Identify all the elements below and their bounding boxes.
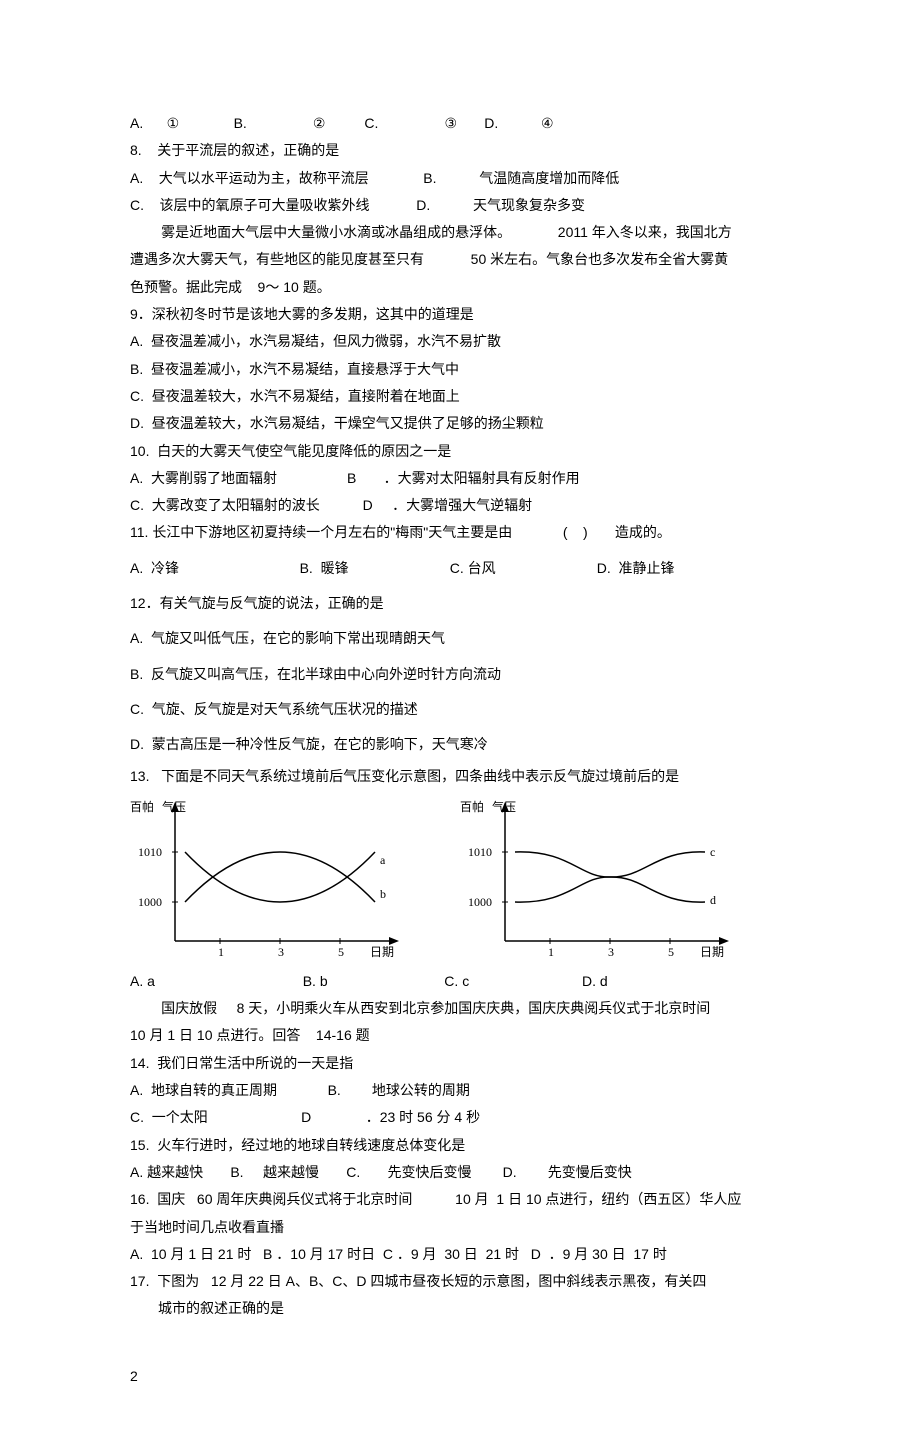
svg-text:c: c [710,845,715,859]
q17-stem2: 城市的叙述正确的是 [130,1295,795,1322]
svg-text:3: 3 [278,945,284,959]
q9-c: C. 昼夜温差较大，水汽不易凝结，直接附着在地面上 [130,383,795,410]
svg-text:b: b [380,887,386,901]
q15-stem: 15. 火车行进时，经过地的地球自转线速度总体变化是 [130,1132,795,1159]
nq-intro1: 国庆放假 8 天，小明乘火车从西安到北京参加国庆庆典，国庆庆典阅兵仪式于北京时间 [130,995,795,1022]
q10-ab: A. 大雾削弱了地面辐射 B ．大雾对太阳辐射具有反射作用 [130,465,795,492]
q12-b: B. 反气旋又叫高气压，在北半球由中心向外逆时针方向流动 [130,661,795,688]
q10-stem: 10. 白天的大雾天气使空气能见度降低的原因之一是 [130,438,795,465]
exam-page: A. ① B. ② C. ③ D. ④ 8. 关于平流层的叙述，正确的是 A. … [0,0,920,1430]
svg-text:百帕: 百帕 [130,799,154,814]
svg-text:日期: 日期 [370,945,394,959]
q12-stem: 12．有关气旋与反气旋的说法，正确的是 [130,590,795,617]
q13-stem: 13. 下面是不同天气系统过境前后气压变化示意图，四条曲线中表示反气旋过境前后的… [130,763,795,790]
svg-text:气压: 气压 [162,799,186,814]
q15-opts: A. 越来越快 B. 越来越慢 C. 先变快后变慢 D. 先变慢后变快 [130,1159,795,1186]
svg-text:气压: 气压 [492,799,516,814]
q14-stem: 14. 我们日常生活中所说的一天是指 [130,1050,795,1077]
svg-text:1010: 1010 [138,845,162,859]
q8-opts-cd: C. 该层中的氧原子可大量吸收紫外线 D. 天气现象复杂多变 [130,192,795,219]
q16-stem2: 于当地时间几点收看直播 [130,1214,795,1241]
q11-opts: A. 冷锋 B. 暖锋 C. 台风 D. 准静止锋 [130,555,795,582]
svg-text:百帕: 百帕 [460,799,484,814]
page-number: 2 [130,1363,795,1390]
svg-text:3: 3 [608,945,614,959]
svg-text:a: a [380,853,386,867]
svg-text:1: 1 [218,945,224,959]
q9-stem: 9．深秋初冬时节是该地大雾的多发期，这其中的道理是 [130,301,795,328]
q8-stem: 8. 关于平流层的叙述，正确的是 [130,137,795,164]
q7-options: A. ① B. ② C. ③ D. ④ [130,110,795,137]
pressure-chart-right: 百帕 气压 1010 1000 1 3 5 日期 c d [460,796,740,966]
svg-text:1: 1 [548,945,554,959]
svg-text:日期: 日期 [700,945,724,959]
svg-text:1000: 1000 [468,895,492,909]
q12-a: A. 气旋又叫低气压，在它的影响下常出现晴朗天气 [130,625,795,652]
q16-stem1: 16. 国庆 60 周年庆典阅兵仪式将于北京时间 10 月 1 日 10 点进行… [130,1186,795,1213]
q11-stem: 11. 长江中下游地区初夏持续一个月左右的"梅雨"天气主要是由 ( ) 造成的。 [130,519,795,546]
q9-a: A. 昼夜温差减小，水汽易凝结，但风力微弱，水汽不易扩散 [130,328,795,355]
fog-intro-line2: 遭遇多次大雾天气，有些地区的能见度甚至只有 50 米左右。气象台也多次发布全省大… [130,246,795,273]
q8-opts-ab: A. 大气以水平运动为主，故称平流层 B. 气温随高度增加而降低 [130,165,795,192]
q13-figure: 百帕 气压 1010 1000 1 3 5 日期 a b [130,796,795,966]
svg-text:5: 5 [668,945,674,959]
q14-ab: A. 地球自转的真正周期 B. 地球公转的周期 [130,1077,795,1104]
q16-opts: A. 10 月 1 日 21 时 B ．10 月 17 时日 C ．9 月 30… [130,1241,795,1268]
q12-d: D. 蒙古高压是一种冷性反气旋，在它的影响下，天气寒冷 [130,731,795,758]
fog-intro-line3: 色预警。据此完成 9～ 10 题。 [130,274,795,301]
fog-intro-line1: 雾是近地面大气层中大量微小水滴或冰晶组成的悬浮体。 2011 年入冬以来，我国北… [130,219,795,246]
svg-text:d: d [710,893,716,907]
svg-text:1000: 1000 [138,895,162,909]
q12-c: C. 气旋、反气旋是对天气系统气压状况的描述 [130,696,795,723]
q9-d: D. 昼夜温差较大，水汽易凝结，干燥空气又提供了足够的扬尘颗粒 [130,410,795,437]
svg-text:1010: 1010 [468,845,492,859]
nq-intro2: 10 月 1 日 10 点进行。回答 14-16 题 [130,1022,795,1049]
q14-cd: C. 一个太阳 D ．23 时 56 分 4 秒 [130,1104,795,1131]
svg-text:5: 5 [338,945,344,959]
q10-cd: C. 大雾改变了太阳辐射的波长 D ．大雾增强大气逆辐射 [130,492,795,519]
q9-b: B. 昼夜温差减小，水汽不易凝结，直接悬浮于大气中 [130,356,795,383]
pressure-chart-left: 百帕 气压 1010 1000 1 3 5 日期 a b [130,796,410,966]
q17-stem1: 17. 下图为 12 月 22 日 A、B、C、D 四城市昼夜长短的示意图，图中… [130,1268,795,1295]
q13-opts: A. a B. b C. c D. d [130,968,795,995]
